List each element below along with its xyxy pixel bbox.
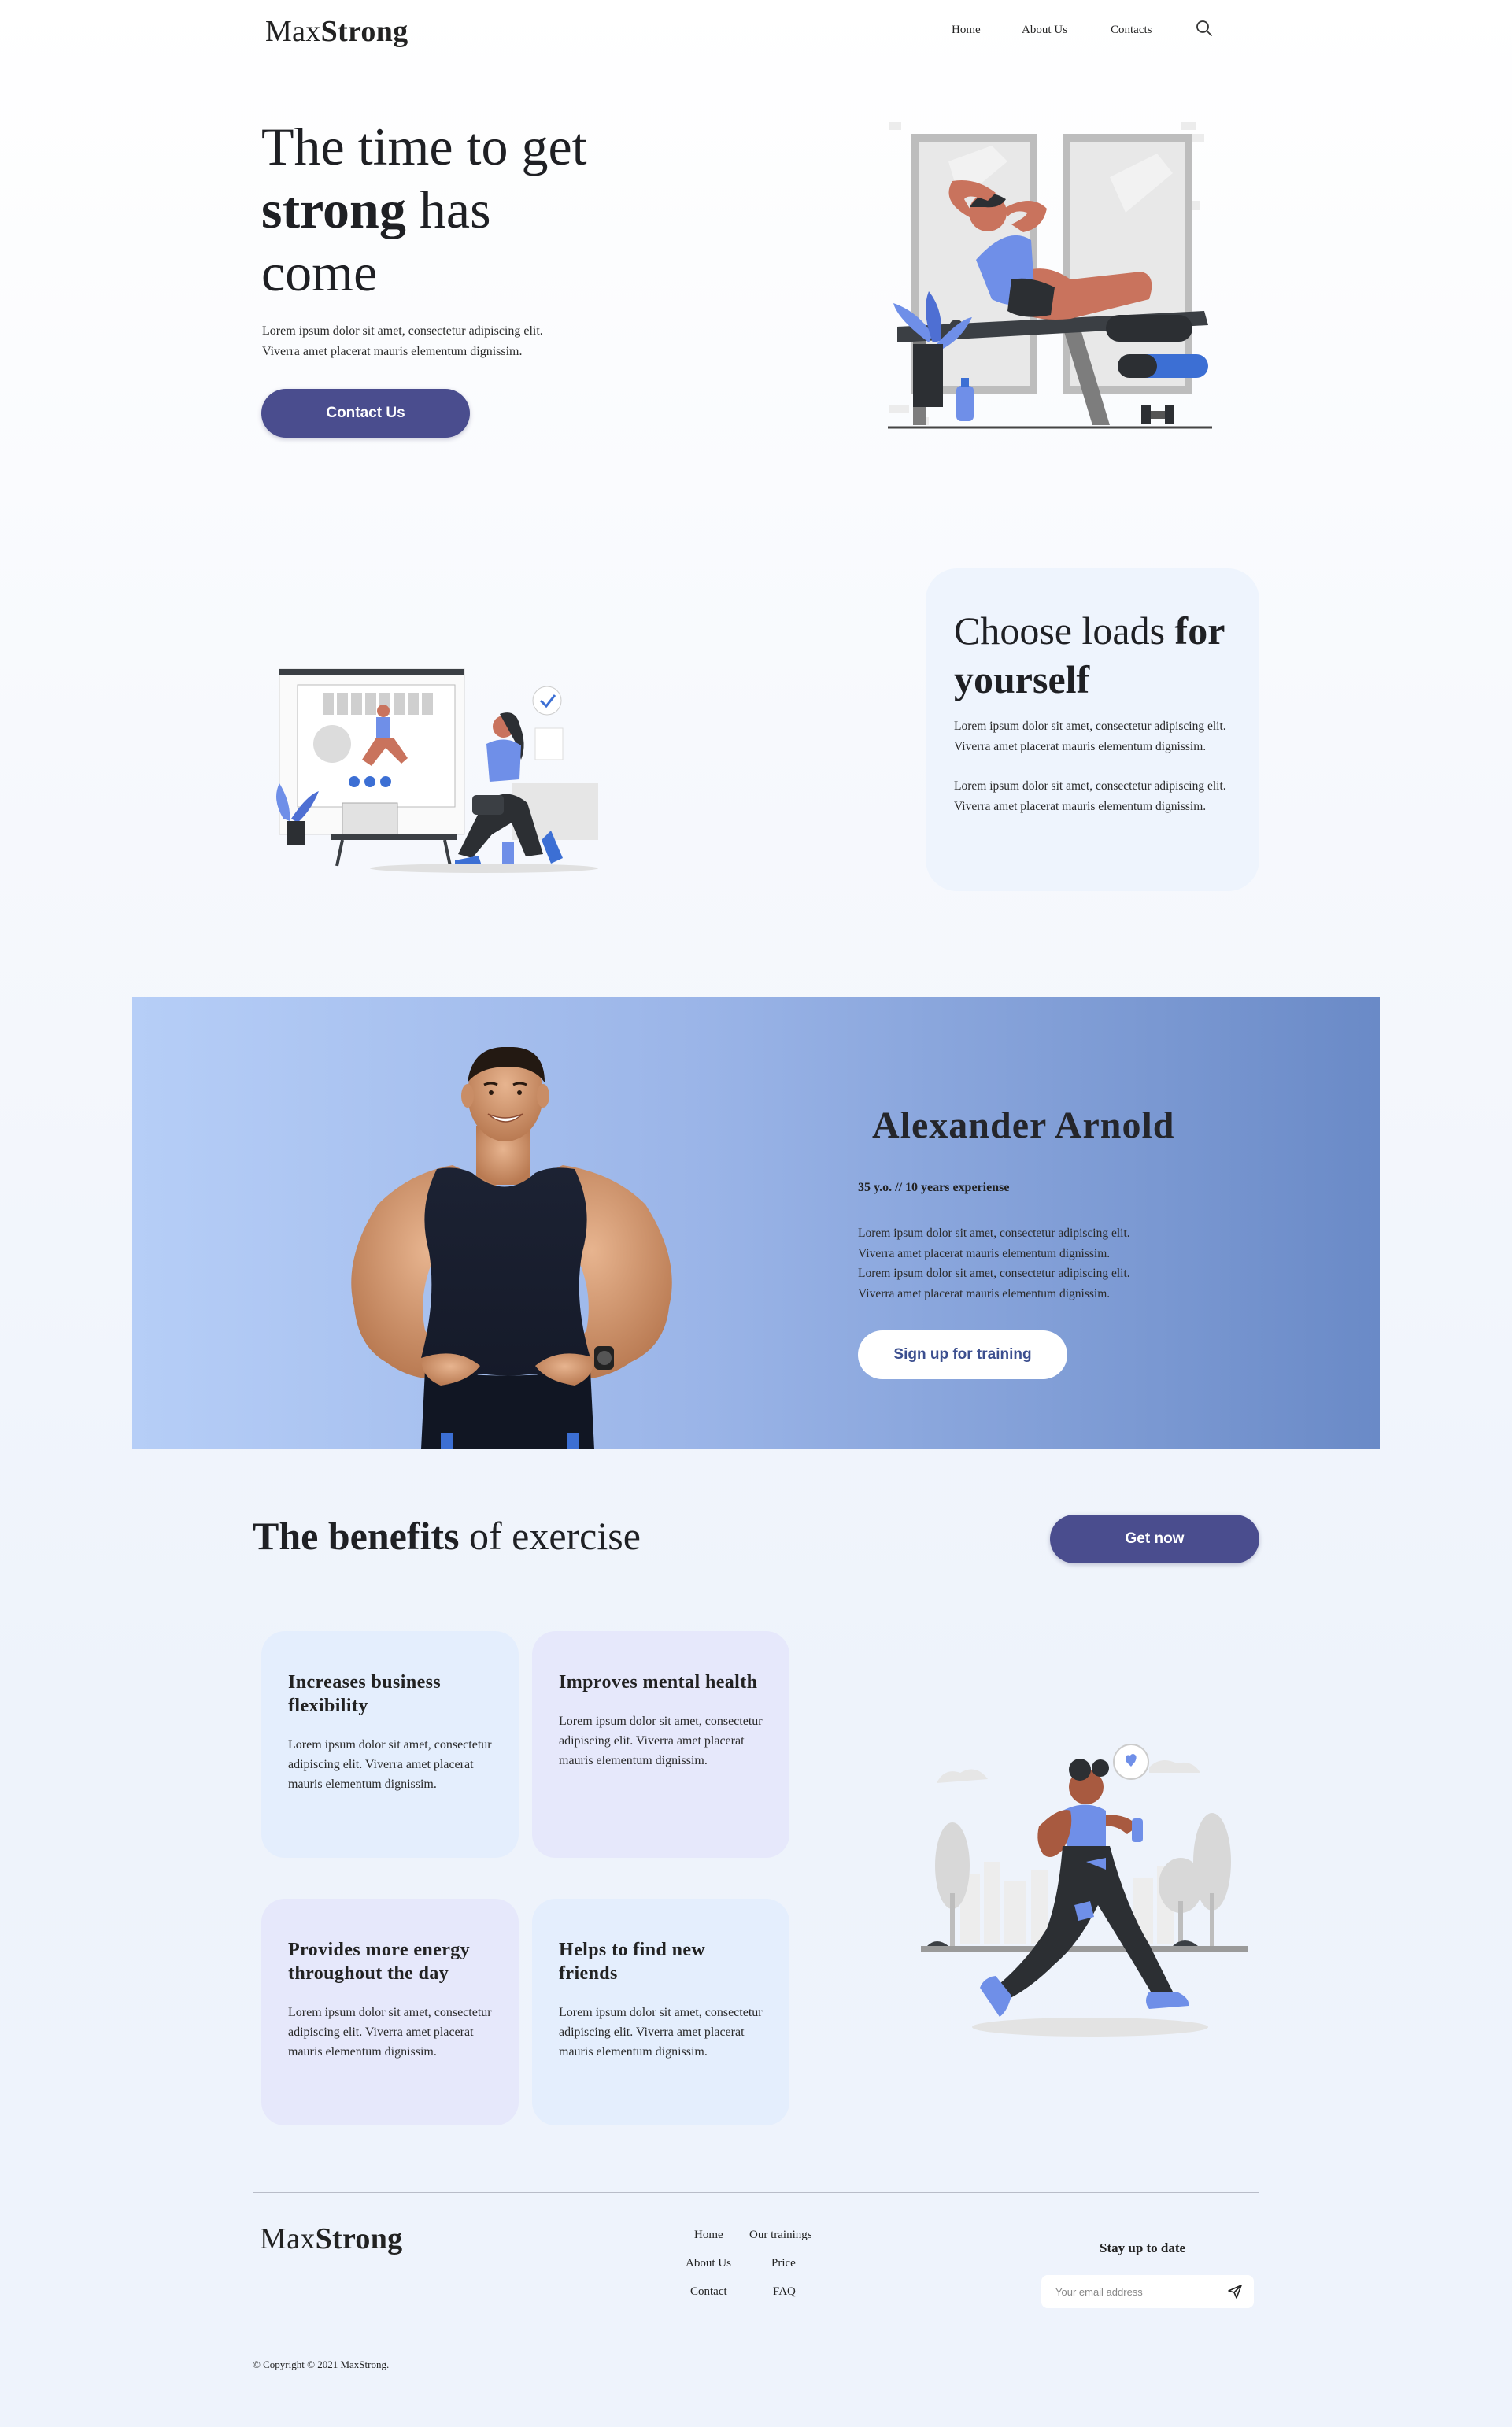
trainer-description: Lorem ipsum dolor sit amet, consectetur … — [858, 1223, 1236, 1304]
trainer-line-3: Lorem ipsum dolor sit amet, consectetur … — [858, 1267, 1130, 1280]
running-woman-illustration — [921, 1744, 1248, 2037]
hero-text-line2: Viverra amet placerat mauris elementum d… — [262, 345, 523, 358]
hero-title-line1: The time to get — [261, 117, 587, 176]
choose-title-bold2: yourself — [954, 657, 1090, 701]
benefit-card-text: Lorem ipsum dolor sit amet, consectetur … — [559, 1715, 763, 1767]
benefits-title: The benefits of exercise — [253, 1513, 641, 1559]
gym-situp-illustration — [888, 122, 1212, 429]
benefit-card-text: Lorem ipsum dolor sit amet, consectetur … — [288, 1738, 492, 1791]
choose-loads-card: Choose loads for yourself Lorem ipsum do… — [926, 568, 1259, 891]
benefit-card: Improves mental health Lorem ipsum dolor… — [532, 1631, 789, 1858]
hero-title-line3: come — [261, 242, 378, 302]
home-workout-illustration — [276, 668, 598, 873]
hero-title-bold: strong — [261, 179, 406, 239]
choose-title-light: Choose loads — [954, 609, 1175, 653]
benefits-title-rest: of exercise — [459, 1514, 641, 1558]
nav-contacts[interactable]: Contacts — [1111, 24, 1152, 37]
benefit-card-title: Provides more energy throughout the day — [288, 1940, 471, 1984]
send-icon[interactable] — [1227, 2284, 1243, 2299]
nav-about-us[interactable]: About Us — [1022, 24, 1067, 37]
hero-text-line1: Lorem ipsum dolor sit amet, consectetur … — [262, 324, 543, 338]
logo[interactable]: MaxStrong — [265, 14, 408, 49]
trainer-line-4: Viverra amet placerat mauris elementum d… — [858, 1286, 1111, 1300]
benefit-card-title: Improves mental health — [559, 1672, 758, 1693]
choose-title-bold1: for — [1174, 609, 1225, 653]
trainer-line-1: Lorem ipsum dolor sit amet, consectetur … — [858, 1226, 1130, 1240]
hero-title: The time to get strong has come — [261, 115, 671, 304]
benefit-card-title: Increases business flexibility — [288, 1672, 442, 1716]
footer-link-contact[interactable]: Contact — [690, 2285, 727, 2299]
contact-us-button[interactable]: Contact Us — [261, 389, 470, 438]
footer-link-price[interactable]: Price — [771, 2257, 796, 2270]
benefit-card: Provides more energy throughout the day … — [261, 1899, 519, 2125]
email-input[interactable] — [1055, 2285, 1227, 2298]
trainer-name: Alexander Arnold — [872, 1104, 1175, 1146]
benefit-card-text: Lorem ipsum dolor sit amet, consectetur … — [288, 2006, 492, 2059]
newsletter-title: Stay up to date — [1100, 2240, 1186, 2255]
benefit-card-text: Lorem ipsum dolor sit amet, consectetur … — [559, 2006, 763, 2059]
benefit-card: Helps to find new friends Lorem ipsum do… — [532, 1899, 789, 2125]
nav-home[interactable]: Home — [952, 24, 981, 37]
trainer-line-2: Viverra amet placerat mauris elementum d… — [858, 1246, 1111, 1260]
logo-bold-text: Strong — [320, 15, 408, 48]
choose-loads-text: Lorem ipsum dolor sit amet, consectetur … — [954, 720, 1226, 753]
hero-title-rest: has — [405, 179, 491, 239]
trainer-photo — [351, 1047, 672, 1449]
trainer-meta: 35 y.o. // 10 years experiense — [858, 1181, 1010, 1194]
benefits-title-bold: The benefits — [253, 1514, 460, 1558]
footer-link-about-us[interactable]: About Us — [686, 2257, 731, 2270]
search-icon[interactable] — [1196, 20, 1213, 37]
footer-logo-bold: Strong — [315, 2222, 403, 2255]
footer-link-our-trainings[interactable]: Our trainings — [749, 2229, 812, 2242]
footer-logo-light: Max — [260, 2222, 316, 2255]
sign-up-training-button[interactable]: Sign up for training — [858, 1330, 1067, 1379]
get-now-button[interactable]: Get now — [1050, 1515, 1259, 1563]
footer-link-faq[interactable]: FAQ — [773, 2285, 796, 2299]
choose-loads-title: Choose loads for yourself — [954, 606, 1253, 704]
choose-loads-text-2: Lorem ipsum dolor sit amet, consectetur … — [954, 779, 1226, 813]
footer-logo[interactable]: MaxStrong — [260, 2222, 402, 2256]
copyright: © Copyright © 2021 MaxStrong. — [253, 2359, 390, 2370]
footer-link-home[interactable]: Home — [694, 2229, 723, 2242]
benefit-card-title: Helps to find new friends — [559, 1940, 706, 1984]
hero-description: Lorem ipsum dolor sit amet, consectetur … — [262, 321, 608, 362]
footer-divider — [253, 2192, 1259, 2193]
newsletter-form — [1041, 2275, 1254, 2308]
benefit-card: Increases business flexibility Lorem ips… — [261, 1631, 519, 1858]
logo-light-text: Max — [265, 15, 321, 48]
